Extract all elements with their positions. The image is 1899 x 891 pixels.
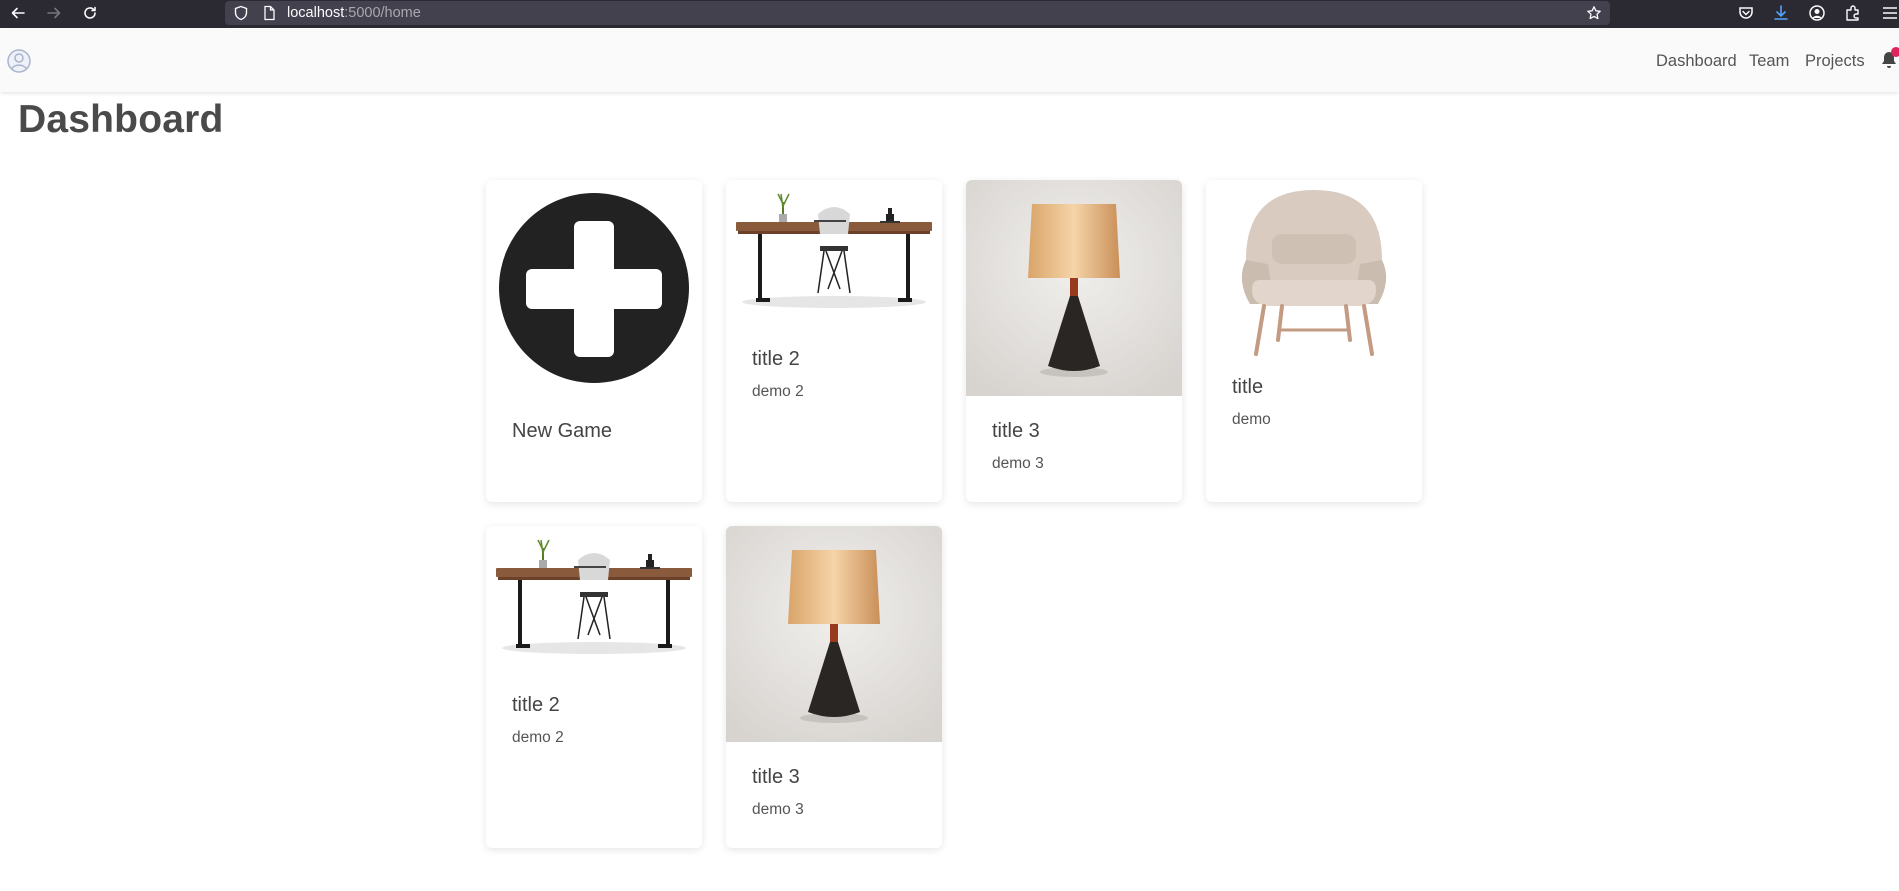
download-icon[interactable]: [1772, 4, 1790, 22]
nav-link-dashboard[interactable]: Dashboard: [1656, 52, 1737, 71]
star-icon[interactable]: [1586, 5, 1602, 21]
plus-circle-icon[interactable]: [486, 180, 702, 396]
card-title: title 2: [512, 694, 560, 716]
menu-icon[interactable]: [1881, 4, 1899, 22]
card-text: demo 2: [512, 729, 564, 746]
card-item[interactable]: title 3 demo 3: [726, 526, 942, 848]
lamp-image: [966, 180, 1182, 396]
reload-button[interactable]: [76, 0, 104, 26]
card-title: New Game: [512, 420, 613, 442]
card-title: title 2: [752, 348, 800, 370]
card-text: demo 2: [752, 383, 804, 400]
app-navbar: Dashboard Team Projects: [0, 30, 1899, 92]
lamp-image: [726, 526, 942, 742]
card-title: title: [1232, 376, 1264, 398]
back-button[interactable]: [4, 0, 32, 26]
extensions-icon[interactable]: [1844, 4, 1862, 22]
page-icon: [264, 5, 275, 21]
nav-link-projects[interactable]: Projects: [1805, 52, 1865, 71]
arrow-right-icon: [47, 7, 61, 19]
reload-icon: [84, 6, 96, 19]
card-new-game[interactable]: New Game: [486, 180, 702, 502]
card-title: title 3: [752, 766, 800, 788]
account-icon[interactable]: [1808, 4, 1826, 22]
avatar[interactable]: [7, 49, 31, 73]
arrow-left-icon: [11, 7, 25, 19]
card-item[interactable]: title 3 demo 3: [966, 180, 1182, 502]
armchair-image: [1206, 180, 1422, 396]
card-text: demo: [1232, 411, 1271, 428]
browser-toolbar: localhost:5000/home: [0, 0, 1899, 28]
card-item[interactable]: title 2 demo 2: [486, 526, 702, 848]
card-text: demo 3: [752, 801, 804, 818]
pocket-icon[interactable]: [1737, 4, 1755, 22]
card-item[interactable]: title demo: [1206, 180, 1422, 502]
shield-icon[interactable]: [233, 5, 249, 21]
card-title: title 3: [992, 420, 1040, 442]
page-title: Dashboard: [18, 98, 224, 141]
forward-button[interactable]: [40, 0, 68, 26]
card-text: demo 3: [992, 455, 1044, 472]
notification-badge: [1891, 47, 1899, 57]
address-bar[interactable]: localhost:5000/home: [225, 1, 1610, 25]
card-item[interactable]: title 2 demo 2: [726, 180, 942, 502]
nav-link-team[interactable]: Team: [1749, 52, 1789, 71]
url-text[interactable]: localhost:5000/home: [287, 5, 421, 21]
